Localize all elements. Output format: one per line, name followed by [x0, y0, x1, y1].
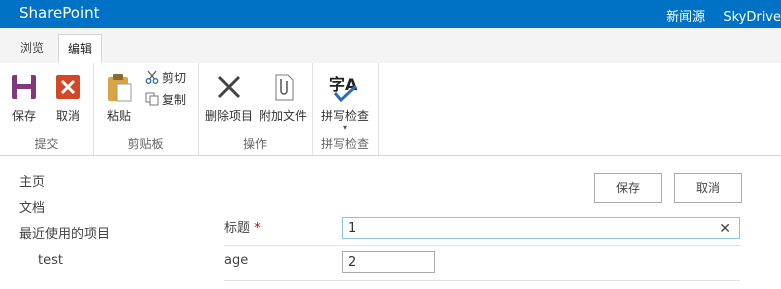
copy-label: 复制 — [162, 93, 187, 107]
tab-edit[interactable]: 编辑 — [58, 34, 103, 64]
age-input-value: 2 — [348, 255, 357, 270]
app-title[interactable]: SharePoint — [19, 4, 100, 22]
delete-item-label: 删除项目 — [204, 109, 253, 123]
spell-check-button[interactable]: 字A 拼写检查 ▾ — [320, 71, 370, 132]
skydrive-link[interactable]: SkyDrive — [723, 10, 781, 25]
cut-label: 剪切 — [162, 71, 187, 85]
nav-item-home[interactable]: 主页 — [19, 170, 110, 196]
save-icon — [8, 71, 40, 103]
group-label-actions: 操作 — [242, 137, 267, 151]
ribbon-tabs: 浏览 编辑 — [0, 28, 781, 64]
attach-file-button[interactable]: 附加文件 — [258, 71, 308, 124]
copy-icon — [145, 92, 159, 106]
delete-x-icon — [213, 71, 245, 103]
nav-item-documents[interactable]: 文档 — [19, 196, 110, 222]
nav-item-test[interactable]: test — [19, 248, 110, 274]
ribbon-group-clipboard: 粘贴 剪切 复制 剪贴板 — [93, 63, 199, 155]
save-button[interactable]: 保存 — [594, 173, 662, 203]
chevron-down-icon: ▾ — [342, 123, 347, 132]
title-input-value: 1 — [348, 221, 357, 236]
title-input[interactable]: 1 ✕ — [342, 217, 740, 239]
age-field-label: age — [224, 253, 249, 268]
clear-icon[interactable]: ✕ — [719, 218, 731, 240]
save-ribbon-button[interactable]: 保存 — [8, 71, 40, 124]
ribbon-group-actions: 删除项目 附加文件 操作 — [198, 63, 313, 155]
group-label-clipboard: 剪贴板 — [127, 137, 164, 151]
field-divider — [224, 245, 740, 246]
left-navigation: 主页 文档 最近使用的项目 test — [19, 170, 110, 274]
paste-label: 粘贴 — [106, 109, 131, 123]
cancel-icon — [52, 71, 84, 103]
paste-button[interactable]: 粘贴 — [103, 71, 135, 124]
ribbon: 保存 取消 提交 粘贴 剪切 复制 剪贴板 删除项目 附加文件 操作 字A 拼写… — [0, 63, 781, 156]
spell-check-label: 拼写检查 — [320, 109, 369, 123]
group-label-commit: 提交 — [34, 137, 59, 151]
age-input[interactable]: 2 — [342, 251, 435, 273]
ribbon-group-commit: 保存 取消 提交 — [0, 63, 94, 155]
copy-button[interactable]: 复制 — [145, 91, 186, 109]
cancel-ribbon-button[interactable]: 取消 — [52, 71, 84, 124]
spell-check-icon: 字A — [329, 71, 361, 103]
suite-links: 新闻源 SkyDrive — [652, 6, 781, 25]
required-mark: * — [254, 221, 261, 236]
clipboard-icon — [103, 71, 135, 103]
ribbon-group-spelling: 字A 拼写检查 ▾ 拼写检查 — [312, 63, 379, 155]
cut-button[interactable]: 剪切 — [145, 69, 186, 87]
group-label-spelling: 拼写检查 — [320, 137, 369, 151]
tab-browse[interactable]: 浏览 — [11, 34, 53, 62]
scissors-icon — [145, 70, 159, 84]
save-ribbon-label: 保存 — [11, 109, 36, 123]
paperclip-icon — [267, 71, 299, 103]
newsfeed-link[interactable]: 新闻源 — [666, 10, 705, 25]
delete-item-button[interactable]: 删除项目 — [204, 71, 254, 124]
title-label-text: 标题 — [224, 221, 251, 236]
cancel-ribbon-label: 取消 — [55, 109, 80, 123]
attach-file-label: 附加文件 — [258, 109, 307, 123]
field-divider — [224, 280, 740, 281]
nav-item-recent[interactable]: 最近使用的项目 — [19, 222, 110, 248]
cancel-button[interactable]: 取消 — [674, 173, 742, 203]
suite-bar: SharePoint 新闻源 SkyDrive — [0, 0, 781, 28]
title-field-label: 标题 * — [224, 217, 261, 236]
